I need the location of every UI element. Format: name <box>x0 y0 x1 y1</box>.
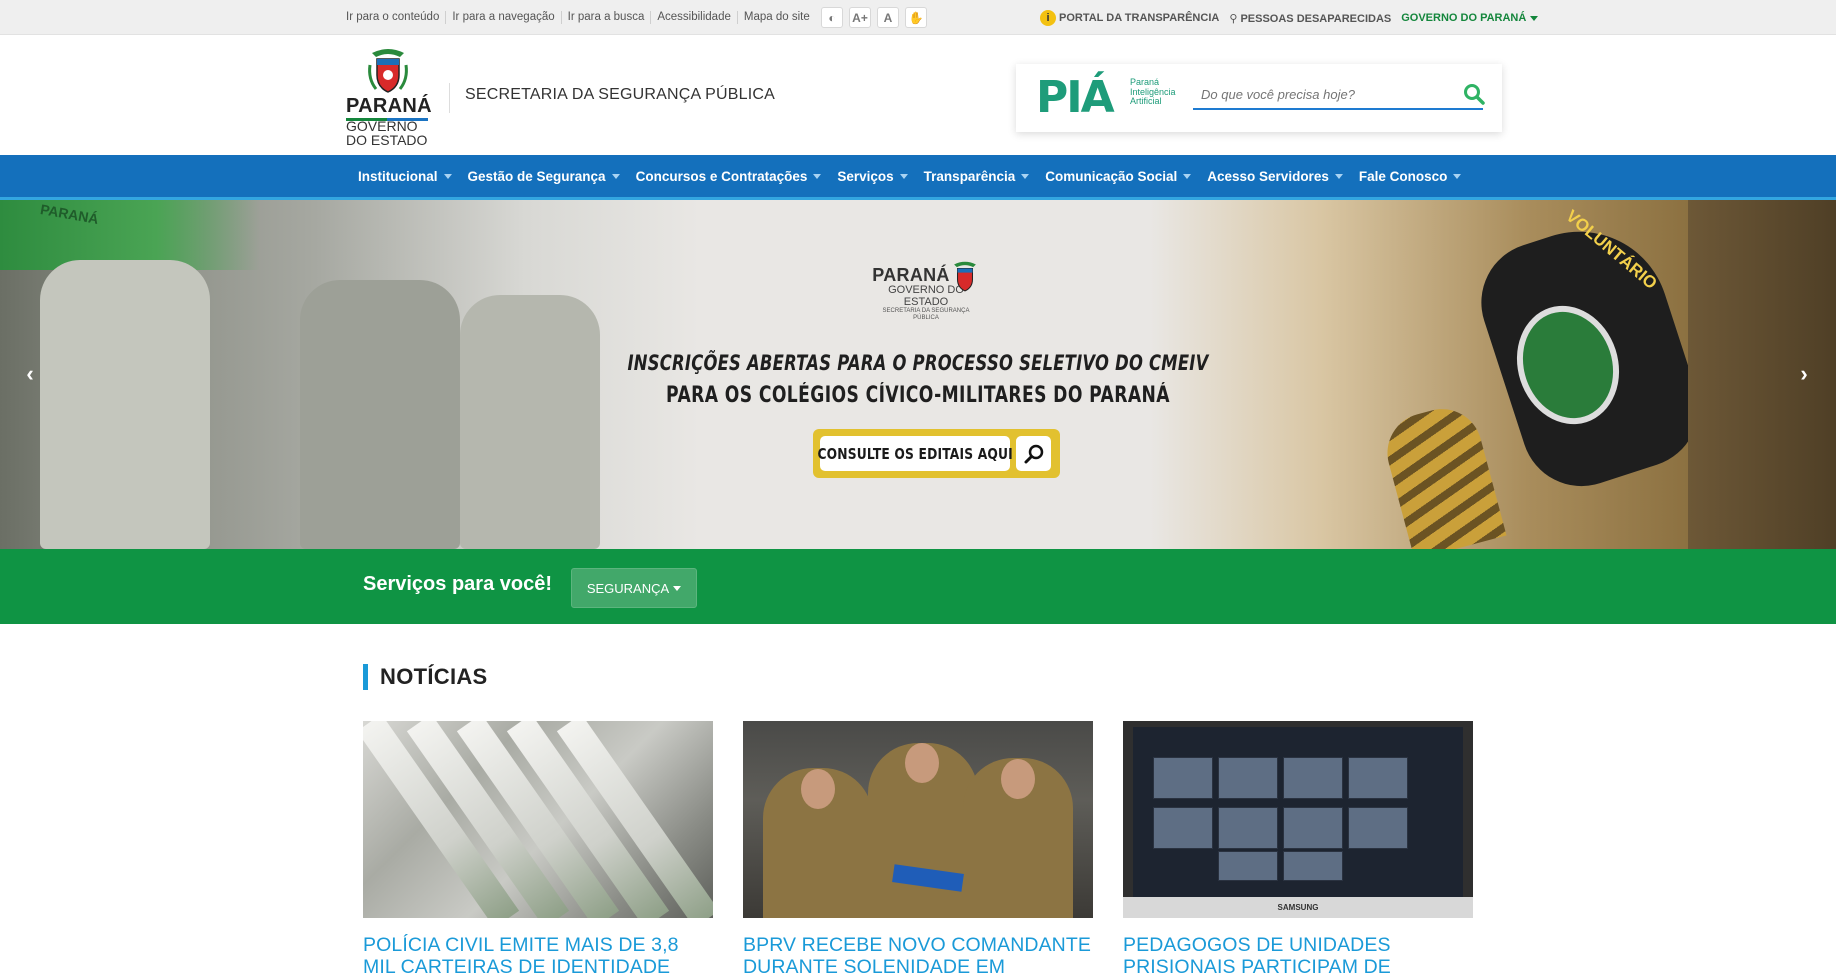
nav-label: Fale Conosco <box>1358 168 1448 184</box>
top-right-links: i PORTAL DA TRANSPARÊNCIA ⚲ PESSOAS DESAP… <box>1040 10 1539 26</box>
logo-subtitle: GOVERNO DO ESTADO <box>346 119 427 147</box>
pessoas-desaparecidas-label: PESSOAS DESAPARECIDAS <box>1240 12 1392 25</box>
nav-label: Acesso Servidores <box>1207 168 1329 184</box>
nav-gestao-seguranca[interactable]: Gestão de Segurança <box>468 169 620 184</box>
services-dropdown[interactable]: SEGURANÇA <box>571 568 697 608</box>
backdrop-text: PARANÁ <box>39 201 100 227</box>
pia-logo: PIÁ <box>1036 72 1115 123</box>
skip-links: Ir para o conteúdo Ir para a navegação I… <box>346 11 816 24</box>
search-icon[interactable] <box>1461 81 1487 107</box>
sitemap-link[interactable]: Mapa do site <box>736 11 816 24</box>
cadet-figure <box>460 295 600 549</box>
hero-carousel[interactable]: PARANÁ VOLUNTÁRIO PARANÁ GOVERNO DO ESTA… <box>0 200 1836 549</box>
skip-to-nav-link[interactable]: Ir para a navegação <box>445 11 560 24</box>
news-title[interactable]: POLÍCIA CIVIL EMITE MAIS DE 3,8 MIL CART… <box>363 934 713 979</box>
caret-down-icon <box>1021 173 1030 179</box>
portal-transparencia-link[interactable]: i PORTAL DA TRANSPARÊNCIA <box>1040 10 1219 26</box>
news-heading: NOTÍCIAS <box>363 664 488 690</box>
caret-down-icon <box>1334 173 1343 179</box>
portal-transparencia-label: PORTAL DA TRANSPARÊNCIA <box>1059 12 1220 24</box>
magnifier-icon <box>1024 444 1043 463</box>
cadet-figure <box>300 280 460 549</box>
news-title[interactable]: BPRV RECEBE NOVO COMANDANTE DURANTE SOLE… <box>743 934 1093 979</box>
nav-institucional[interactable]: Institucional <box>358 169 452 184</box>
contrast-button[interactable]: ◐ <box>821 7 843 28</box>
header-divider <box>449 83 450 113</box>
increase-font-button[interactable]: A+ <box>849 7 871 28</box>
nav-label: Comunicação Social <box>1045 168 1178 184</box>
pia-sub-3: Artificial <box>1130 96 1162 106</box>
nav-fale-conosco[interactable]: Fale Conosco <box>1359 169 1462 184</box>
carousel-prev-icon[interactable]: ‹ <box>18 362 42 386</box>
nav-concursos[interactable]: Concursos e Contratações <box>636 169 822 184</box>
tv-brand: SAMSUNG <box>1123 897 1473 918</box>
nav-label: Gestão de Segurança <box>467 168 606 184</box>
logo-wordmark: PARANÁ <box>346 95 432 117</box>
nav-label: Transparência <box>923 168 1016 184</box>
search-input[interactable] <box>1193 80 1483 110</box>
logo-gov: GOVERNO <box>346 118 418 134</box>
coat-of-arms-icon <box>954 261 976 292</box>
services-title: Serviços para você! <box>363 573 552 595</box>
banner-logo-sec: SECRETARIA DA SEGURANÇA PÚBLICA <box>882 308 970 321</box>
banner-logo-word: PARANÁ <box>872 265 950 285</box>
cadet-figure <box>40 260 210 549</box>
skip-to-search-link[interactable]: Ir para a busca <box>560 11 651 24</box>
info-icon: i <box>1040 10 1056 26</box>
governo-label: GOVERNO DO PARANÁ <box>1401 12 1527 24</box>
caret-down-icon <box>1530 15 1539 21</box>
utility-bar: Ir para o conteúdo Ir para a navegação I… <box>0 0 1836 35</box>
nav-label: Concursos e Contratações <box>635 168 808 184</box>
skip-to-content-link[interactable]: Ir para o conteúdo <box>346 11 445 24</box>
pia-subtitle: Paraná Inteligência Artificial <box>1130 77 1190 107</box>
banner-logo: PARANÁ GOVERNO DO ESTADO SECRETARIA DA S… <box>870 261 982 335</box>
nav-label: Serviços <box>837 168 894 184</box>
accessibility-buttons: ◐ A+ A ✋ <box>821 7 927 28</box>
banner-subheadline: PARA OS COLÉGIOS CÍVICO-MILITARES DO PAR… <box>666 383 1170 408</box>
cta-label-box: CONSULTE OS EDITAIS AQUI <box>817 436 1013 471</box>
secretaria-title[interactable]: SECRETARIA DA SEGURANÇA PÚBLICA <box>465 86 775 104</box>
nav-label: Institucional <box>358 168 438 184</box>
news-image[interactable] <box>363 721 713 918</box>
site-header: PARANÁ GOVERNO DO ESTADO SECRETARIA DA SE… <box>0 35 1836 155</box>
search-card: PIÁ Paraná Inteligência Artificial <box>1016 64 1502 132</box>
libras-icon[interactable]: ✋ <box>905 7 927 28</box>
caret-down-icon <box>673 585 682 591</box>
nav-acesso-servidores[interactable]: Acesso Servidores <box>1207 169 1343 184</box>
accessibility-link[interactable]: Acessibilidade <box>650 11 737 24</box>
main-nav: Institucional Gestão de Segurança Concur… <box>0 155 1836 200</box>
news-card[interactable]: SAMSUNG PEDAGOGOS DE UNIDADES PRISIONAIS… <box>1123 721 1473 978</box>
coat-of-arms-icon <box>368 49 408 93</box>
logo-estado: DO ESTADO <box>346 132 428 148</box>
news-card[interactable]: POLÍCIA CIVIL EMITE MAIS DE 3,8 MIL CART… <box>363 721 713 979</box>
normal-font-button[interactable]: A <box>877 7 899 28</box>
nav-comunicacao-social[interactable]: Comunicação Social <box>1045 168 1192 184</box>
carousel-next-icon[interactable]: › <box>1792 362 1816 386</box>
nav-transparencia[interactable]: Transparência <box>924 169 1030 184</box>
news-card[interactable]: BPRV RECEBE NOVO COMANDANTE DURANTE SOLE… <box>743 721 1093 979</box>
news-image[interactable] <box>743 721 1093 918</box>
caret-down-icon <box>1183 173 1192 179</box>
parana-logo[interactable]: PARANÁ GOVERNO DO ESTADO <box>346 45 432 147</box>
services-bar: Serviços para você! SEGURANÇA <box>0 549 1836 624</box>
news-title[interactable]: PEDAGOGOS DE UNIDADES PRISIONAIS PARTICI… <box>1123 934 1473 978</box>
caret-down-icon <box>813 173 822 179</box>
person-icon: ⚲ <box>1229 12 1241 25</box>
caret-down-icon <box>1453 173 1462 179</box>
caret-down-icon <box>443 173 452 179</box>
cta-search-box <box>1016 436 1051 471</box>
governo-dropdown[interactable]: GOVERNO DO PARANÁ <box>1401 12 1539 24</box>
caret-down-icon <box>611 173 620 179</box>
consulte-editais-button[interactable]: CONSULTE OS EDITAIS AQUI <box>813 429 1060 478</box>
caret-down-icon <box>899 173 908 179</box>
banner-headline: INSCRIÇÕES ABERTAS PARA O PROCESSO SELET… <box>627 351 1209 375</box>
pessoas-desaparecidas-link[interactable]: ⚲ PESSOAS DESAPARECIDAS <box>1229 12 1391 25</box>
cta-label: CONSULTE OS EDITAIS AQUI <box>817 444 1013 463</box>
news-image[interactable]: SAMSUNG <box>1123 721 1473 918</box>
services-dropdown-label: SEGURANÇA <box>586 580 670 596</box>
nav-servicos[interactable]: Serviços <box>837 168 908 184</box>
